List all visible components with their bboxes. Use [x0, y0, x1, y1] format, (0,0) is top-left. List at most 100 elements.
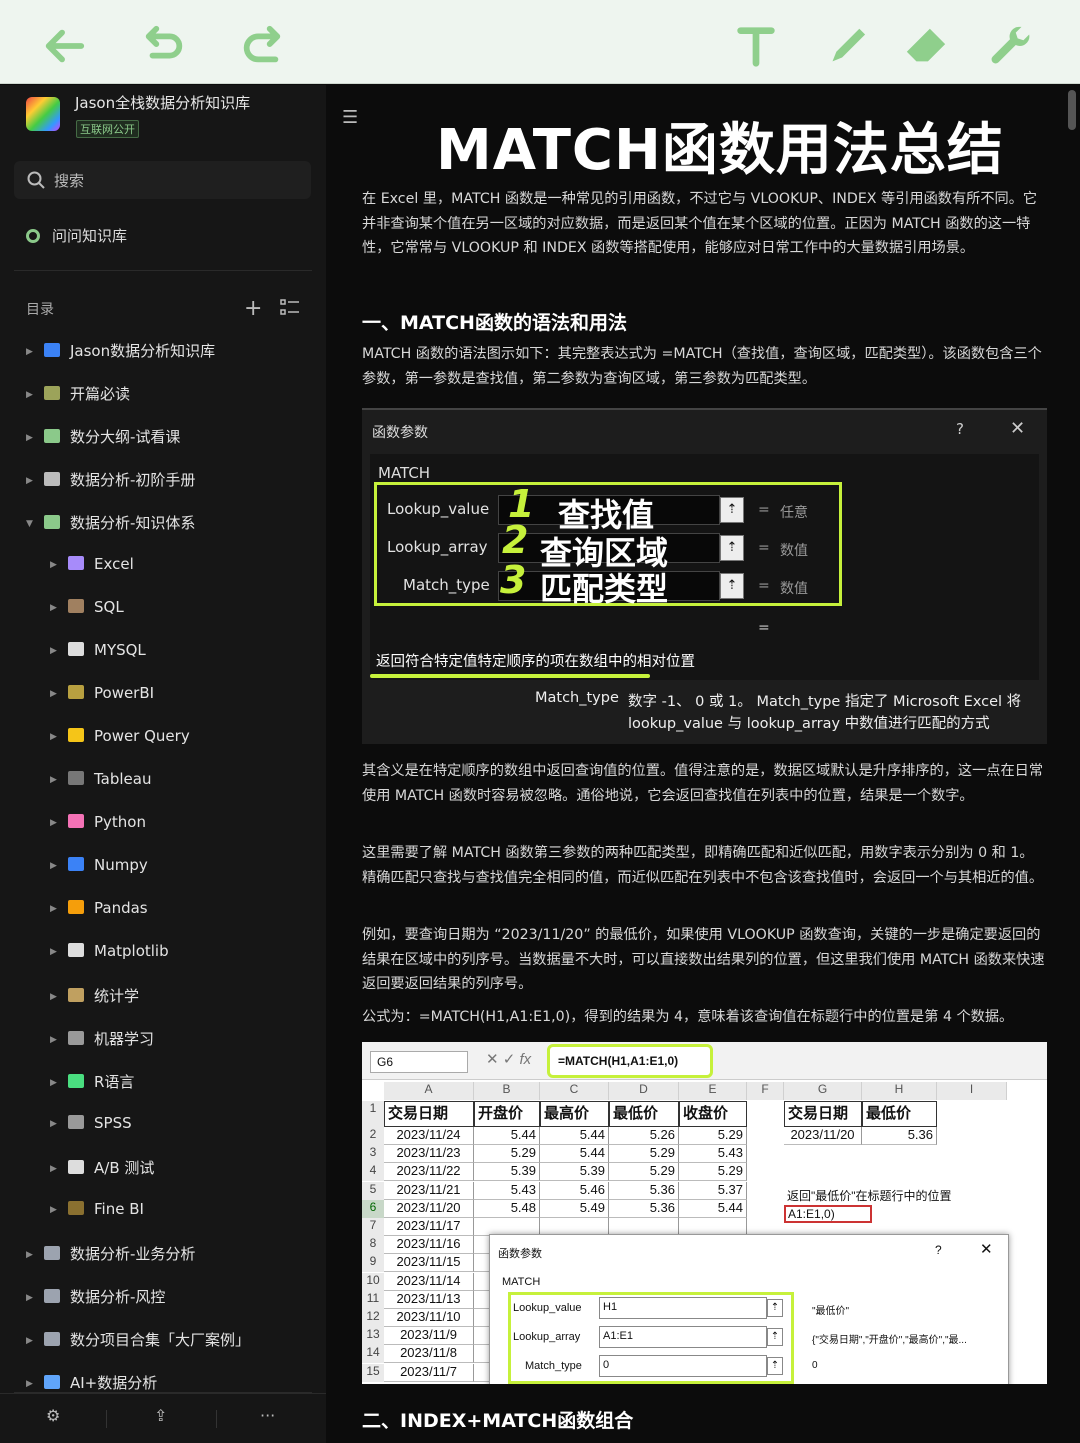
chevron-right-icon[interactable]: ▶: [50, 775, 64, 785]
search-input[interactable]: 搜索: [14, 161, 311, 199]
table-cell[interactable]: 5.36: [862, 1127, 937, 1145]
sidebar-item[interactable]: ▶ 开篇必读: [26, 383, 130, 407]
sidebar-item[interactable]: ▶ Tableau: [50, 770, 152, 794]
chevron-right-icon[interactable]: ▶: [50, 1078, 64, 1088]
table-cell[interactable]: 5.48: [474, 1199, 540, 1218]
table-cell[interactable]: 5.36: [609, 1181, 679, 1200]
table-cell[interactable]: 5.44: [474, 1127, 540, 1145]
column-header[interactable]: B: [474, 1082, 540, 1100]
close-icon[interactable]: ✕: [980, 1240, 993, 1258]
help-icon[interactable]: ?: [956, 420, 964, 438]
row-header[interactable]: 13: [362, 1327, 384, 1346]
sidebar-item[interactable]: ▶ SPSS: [50, 1114, 132, 1138]
chevron-right-icon[interactable]: ▶: [26, 1379, 40, 1389]
collapse-button[interactable]: ⇡: [767, 1328, 783, 1346]
row-header[interactable]: 8: [362, 1236, 384, 1255]
table-cell[interactable]: 收盘价: [679, 1101, 747, 1127]
table-cell[interactable]: 最低价: [862, 1101, 937, 1127]
wrench-icon[interactable]: [986, 22, 1034, 70]
collapse-button[interactable]: ⇡: [720, 573, 744, 599]
table-cell[interactable]: 5.39: [540, 1163, 609, 1182]
collapse-button[interactable]: ⇡: [720, 535, 744, 561]
chevron-right-icon[interactable]: ▶: [50, 1164, 64, 1174]
row-header[interactable]: 9: [362, 1254, 384, 1273]
sidebar-item[interactable]: ▶ Python: [50, 813, 146, 837]
table-cell[interactable]: 5.44: [540, 1127, 609, 1145]
sidebar-item[interactable]: ▶ R语言: [50, 1071, 134, 1095]
row-header[interactable]: 14: [362, 1345, 384, 1364]
add-icon[interactable]: +: [244, 296, 262, 321]
pen-icon[interactable]: [820, 22, 868, 70]
table-cell[interactable]: 5.46: [540, 1181, 609, 1200]
sidebar-item[interactable]: ▶ PowerBI: [50, 684, 154, 708]
eraser-icon[interactable]: [902, 22, 950, 70]
row-header[interactable]: 15: [362, 1363, 384, 1382]
table-cell[interactable]: 2023/11/13: [384, 1290, 474, 1309]
menu-icon[interactable]: ☰: [342, 107, 358, 128]
column-header[interactable]: H: [862, 1082, 937, 1100]
text-tool-icon[interactable]: [732, 22, 780, 70]
sidebar-item[interactable]: ▶ Jason数据分析知识库: [26, 340, 215, 364]
chevron-right-icon[interactable]: ▶: [50, 1119, 64, 1129]
row-header[interactable]: 3: [362, 1145, 384, 1164]
chevron-right-icon[interactable]: ▶: [26, 390, 40, 400]
sidebar-item[interactable]: ▶ Matplotlib: [50, 942, 169, 966]
row-header[interactable]: 1: [362, 1101, 384, 1127]
collapse-button[interactable]: ⇡: [767, 1357, 783, 1375]
table-cell[interactable]: 5.49: [540, 1199, 609, 1218]
table-cell[interactable]: 2023/11/15: [384, 1254, 474, 1273]
table-cell[interactable]: 最低价: [609, 1101, 679, 1127]
edit-cell[interactable]: A1:E1,0): [784, 1205, 872, 1223]
table-cell[interactable]: 5.44: [679, 1199, 747, 1218]
chevron-right-icon[interactable]: ▶: [50, 1205, 64, 1215]
table-cell[interactable]: 交易日期: [784, 1101, 862, 1127]
sidebar-item[interactable]: ▶ Numpy: [50, 856, 148, 880]
sidebar-item[interactable]: ▶ Excel: [50, 555, 134, 579]
chevron-right-icon[interactable]: ▶: [50, 732, 64, 742]
chevron-right-icon[interactable]: ▶: [50, 992, 64, 1002]
ask-kb-button[interactable]: 问问知识库: [26, 225, 127, 246]
list-toggle-icon[interactable]: [280, 298, 300, 320]
sidebar-item[interactable]: ▶ SQL: [50, 598, 124, 622]
sidebar-item[interactable]: ▶ 数据分析-风控: [26, 1286, 165, 1310]
chevron-right-icon[interactable]: ▶: [50, 861, 64, 871]
chevron-right-icon[interactable]: ▶: [26, 1336, 40, 1346]
name-box[interactable]: G6: [370, 1051, 468, 1073]
lookup-value-field[interactable]: H1: [599, 1297, 767, 1319]
table-cell[interactable]: 5.36: [609, 1199, 679, 1218]
chevron-right-icon[interactable]: ▶: [50, 904, 64, 914]
sidebar-item[interactable]: ▶ Power Query: [50, 727, 190, 751]
table-cell[interactable]: 2023/11/7: [384, 1363, 474, 1382]
back-arrow-icon[interactable]: [40, 22, 88, 70]
table-cell[interactable]: 5.29: [474, 1145, 540, 1164]
undo-icon[interactable]: [140, 22, 188, 70]
table-cell[interactable]: 5.43: [474, 1181, 540, 1200]
table-cell[interactable]: 5.44: [540, 1145, 609, 1164]
table-cell[interactable]: 2023/11/23: [384, 1145, 474, 1164]
table-cell[interactable]: 2023/11/10: [384, 1309, 474, 1327]
settings-icon[interactable]: ⚙: [46, 1406, 60, 1425]
sidebar-item[interactable]: ▶ Pandas: [50, 899, 148, 923]
table-cell[interactable]: 5.43: [679, 1145, 747, 1164]
table-cell[interactable]: 5.26: [609, 1127, 679, 1145]
table-cell[interactable]: 2023/11/22: [384, 1163, 474, 1182]
sidebar-item[interactable]: ▶ 数据分析-初阶手册: [26, 469, 195, 493]
table-cell[interactable]: 2023/11/14: [384, 1272, 474, 1291]
table-cell[interactable]: 交易日期: [384, 1101, 474, 1127]
kb-title[interactable]: Jason全栈数据分析知识库: [75, 92, 250, 113]
chevron-right-icon[interactable]: ▶: [50, 646, 64, 656]
table-cell[interactable]: 5.29: [679, 1127, 747, 1145]
table-cell[interactable]: 2023/11/8: [384, 1345, 474, 1364]
chevron-right-icon[interactable]: ▶: [50, 947, 64, 957]
chevron-right-icon[interactable]: ▶: [50, 689, 64, 699]
row-header[interactable]: 5: [362, 1181, 384, 1200]
row-header[interactable]: 12: [362, 1309, 384, 1327]
sidebar-item[interactable]: ▶ 数分项目合集「大厂案例」: [26, 1329, 250, 1353]
table-cell[interactable]: 5.29: [679, 1163, 747, 1182]
more-icon[interactable]: ···: [260, 1406, 275, 1425]
sidebar-item[interactable]: ▶ A/B 测试: [50, 1157, 154, 1181]
cancel-check-icons[interactable]: ✕ ✓ fx: [486, 1050, 531, 1068]
match-type-field[interactable]: 0: [599, 1355, 767, 1377]
chevron-right-icon[interactable]: ▶: [50, 818, 64, 828]
collapse-button[interactable]: ⇡: [720, 497, 744, 523]
